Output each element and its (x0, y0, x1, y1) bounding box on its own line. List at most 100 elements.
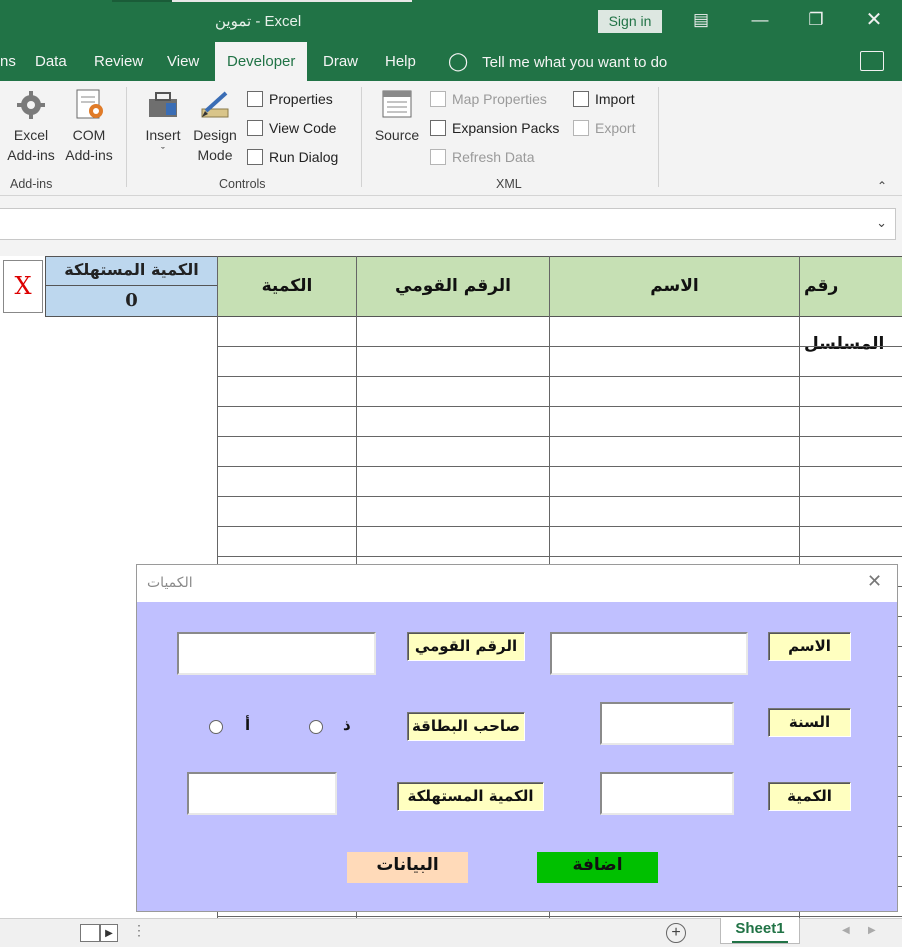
collapse-ribbon-icon[interactable]: ⌃ (877, 179, 887, 193)
expansion-packs-button[interactable]: Expansion Packs (430, 117, 559, 139)
insert-control-button[interactable]: Insert ˇ (140, 81, 186, 159)
run-dialog-icon (247, 149, 263, 165)
name-field[interactable] (550, 632, 748, 675)
header-serial[interactable]: رقم المسلسل (799, 256, 902, 354)
properties-icon (247, 91, 263, 107)
year-label: السنة (768, 708, 851, 737)
toolbox-icon (149, 92, 177, 117)
active-tab-indicator (732, 941, 788, 943)
properties-button[interactable]: Properties (247, 88, 333, 110)
close-x-button[interactable]: X (3, 260, 43, 313)
properties-label: Properties (269, 91, 333, 107)
map-properties-label: Map Properties (452, 91, 547, 107)
tell-me-label: Tell me what you want to do (482, 54, 668, 71)
view-code-icon (247, 120, 263, 136)
tell-me-search[interactable]: ◯ Tell me what you want to do (448, 42, 667, 81)
expansion-packs-icon (430, 120, 446, 136)
quantity-field[interactable] (600, 772, 734, 815)
com-addins-button[interactable]: COM Add-ins (61, 81, 117, 165)
consumed-field[interactable] (187, 772, 337, 815)
tab-view[interactable]: View (167, 42, 199, 81)
addins-group-label: Add-ins (10, 177, 53, 191)
national-id-field[interactable] (177, 632, 376, 675)
table-row[interactable] (217, 377, 902, 407)
formula-area: ⌄ (0, 196, 902, 256)
next-sheet-icon[interactable]: ▶ (868, 925, 876, 936)
import-button[interactable]: Import (573, 88, 635, 110)
header-name[interactable]: الاسم (549, 256, 800, 317)
consumed-summary: الكمية المستهلكة 0 (45, 256, 218, 317)
tab-review[interactable]: Review (94, 42, 143, 81)
lightbulb-icon: ◯ (448, 51, 469, 71)
xml-group-label: XML (496, 177, 522, 191)
header-national-id[interactable]: الرقم القومي (356, 256, 550, 317)
consumed-value: 0 (125, 290, 138, 311)
tab-partial[interactable]: ns (0, 42, 16, 81)
comment-icon[interactable] (860, 51, 884, 71)
name-label: الاسم (768, 632, 851, 661)
ribbon-display-icon[interactable]: ▤ (689, 8, 713, 32)
export-button[interactable]: Export (573, 117, 635, 139)
horizontal-scroll-thumb[interactable] (80, 924, 100, 942)
previous-sheet-icon[interactable]: ◀ (842, 925, 850, 936)
sheet-tab-bar: ▶ ⋮ + Sheet1 ◀ ▶ (0, 918, 902, 947)
insert-label: Insert (145, 127, 181, 143)
dialog-close-icon[interactable]: ✕ (867, 571, 882, 592)
map-properties-button[interactable]: Map Properties (430, 88, 547, 110)
design-mode-icon (201, 91, 229, 118)
tab-data[interactable]: Data (35, 42, 67, 81)
refresh-data-label: Refresh Data (452, 149, 535, 165)
tab-draw[interactable]: Draw (323, 42, 358, 81)
table-row[interactable] (217, 317, 902, 347)
dialog-title-bar[interactable]: الكميات ✕ (137, 565, 897, 602)
excel-addins-label-1: Excel (13, 127, 49, 143)
table-row[interactable] (217, 497, 902, 527)
national-id-label: الرقم القومي (407, 632, 525, 661)
restore-icon[interactable]: ❐ (804, 8, 828, 32)
formula-bar[interactable]: ⌄ (0, 208, 896, 240)
excel-addins-label-2: Add-ins (7, 147, 55, 163)
view-code-button[interactable]: View Code (247, 117, 336, 139)
chevron-down-icon[interactable]: ⌄ (876, 215, 887, 231)
com-addins-label-2: Add-ins (65, 147, 113, 163)
sign-in-button[interactable]: Sign in (598, 10, 662, 33)
expansion-packs-label: Expansion Packs (452, 120, 560, 136)
table-row[interactable] (217, 347, 902, 377)
add-button[interactable]: اضافة (537, 852, 658, 883)
add-sheet-icon[interactable]: + (666, 923, 686, 943)
excel-addins-button[interactable]: Excel Add-ins (4, 81, 58, 165)
com-addins-label-1: COM (72, 127, 106, 143)
export-icon (573, 120, 589, 136)
header-quantity[interactable]: الكمية (217, 256, 357, 317)
source-label: Source (374, 127, 420, 143)
tab-help[interactable]: Help (385, 42, 416, 81)
table-row[interactable] (217, 407, 902, 437)
scroll-right-icon[interactable]: ▶ (100, 924, 118, 942)
export-label: Export (595, 120, 636, 136)
table-row[interactable] (217, 527, 902, 557)
refresh-data-icon (430, 149, 446, 165)
data-button[interactable]: البيانات (347, 852, 468, 883)
ribbon-developer: Excel Add-ins COM Add-ins Add-ins Insert… (0, 81, 902, 196)
design-mode-label-1: Design (193, 127, 237, 143)
tab-developer[interactable]: Developer (215, 42, 308, 81)
refresh-data-button[interactable]: Refresh Data (430, 146, 534, 168)
ribbon-tabs: ns Data Review View Developer Draw Help … (0, 42, 902, 81)
close-icon[interactable]: ✕ (862, 8, 886, 32)
view-code-label: View Code (269, 120, 337, 136)
controls-group-label: Controls (219, 177, 266, 191)
run-dialog-label: Run Dialog (269, 149, 339, 165)
radio-female-label: أ (245, 716, 251, 734)
minimize-icon[interactable]: — (748, 8, 772, 32)
tab-split-handle[interactable]: ⋮ (132, 922, 146, 939)
table-row[interactable] (217, 437, 902, 467)
run-dialog-button[interactable]: Run Dialog (247, 146, 338, 168)
com-addins-icon (76, 89, 103, 119)
design-mode-button[interactable]: Design Mode (190, 81, 240, 165)
table-row[interactable] (217, 467, 902, 497)
radio-female[interactable] (209, 720, 223, 734)
xml-source-button[interactable]: Source (372, 81, 422, 145)
dialog-title: الكميات (147, 575, 193, 591)
radio-male[interactable] (309, 720, 323, 734)
year-field[interactable] (600, 702, 734, 745)
